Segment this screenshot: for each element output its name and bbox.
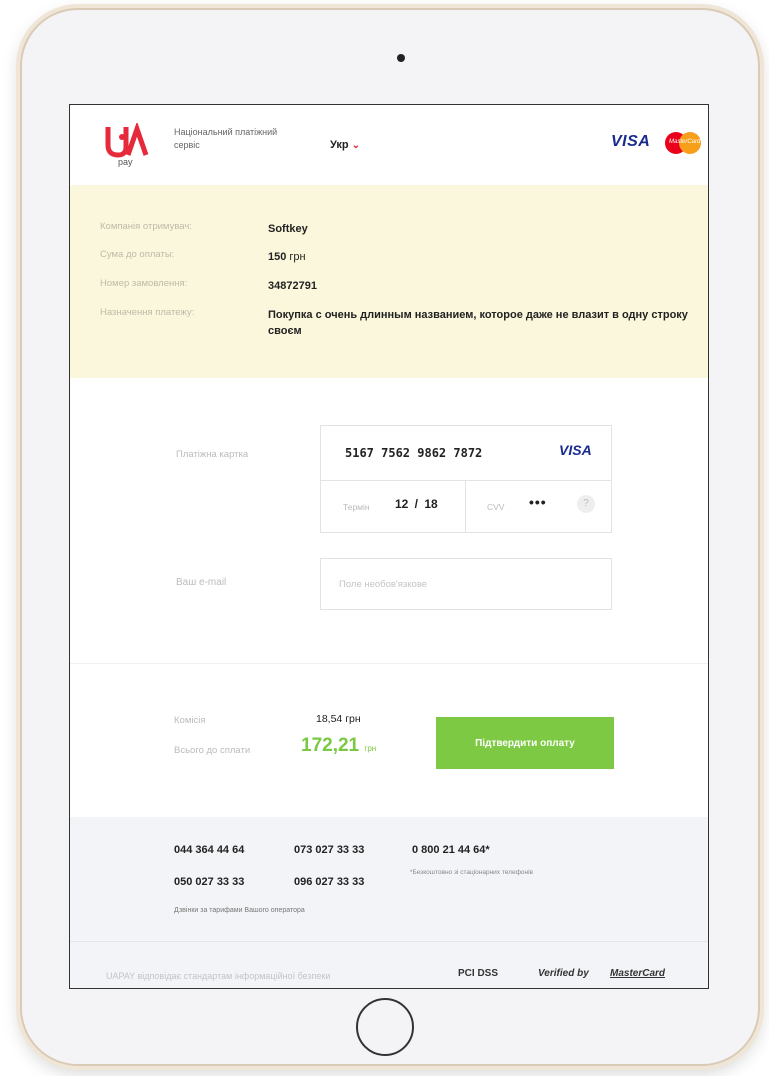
home-button[interactable]: [356, 998, 414, 1056]
verified-by-visa-badge: Verified by: [538, 968, 589, 979]
divider: [321, 480, 611, 481]
email-label: Ваш e-mail: [176, 577, 227, 588]
phone-number[interactable]: 0 800 21 44 64*: [412, 844, 490, 856]
order-row-value: 150 грн: [268, 251, 306, 263]
phone-number[interactable]: 050 027 33 33: [174, 876, 244, 888]
order-row-label: Сума до оплаты:: [100, 249, 175, 260]
cvv-label: CVV: [487, 502, 505, 512]
mastercard-securecode-badge: MasterCard: [610, 968, 666, 979]
mastercard-logo-icon: MasterCard: [665, 132, 703, 154]
expiry-field[interactable]: 12 / 18: [395, 497, 438, 511]
total-label: Всього до сплати: [174, 745, 251, 756]
order-row-label: Назначення платежу:: [100, 307, 195, 318]
phone-number[interactable]: 096 027 33 33: [294, 876, 364, 888]
logo-subtext: pay: [118, 157, 133, 167]
card-brand-visa: VISA: [559, 442, 592, 458]
expiry-label: Термін: [343, 502, 370, 512]
question-help-icon[interactable]: ?: [577, 495, 595, 513]
card-form: 5167 7562 9862 7872 VISA Термін 12 / 18 …: [320, 425, 612, 533]
payment-screen: pay Національний платіжний сервіс Укр ⌄ V…: [69, 104, 709, 989]
card-number-field[interactable]: 5167 7562 9862 7872: [345, 446, 482, 460]
order-row-value: 34872791: [268, 280, 317, 292]
free-call-note: *Безкоштовно зі стаціонарних телефонів: [410, 869, 534, 876]
total-currency: грн: [364, 744, 377, 753]
camera-dot: [397, 54, 405, 62]
divider: [70, 663, 708, 664]
cvv-field[interactable]: •••: [529, 494, 547, 510]
divider: [70, 941, 708, 942]
order-row-label: Номер замовлення:: [100, 278, 188, 289]
total-value: 172,21 грн: [301, 735, 377, 756]
order-row-value: Softkey: [268, 223, 308, 235]
order-row-label: Компанія отримувач:: [100, 221, 192, 232]
service-tagline: Національний платіжний сервіс: [174, 127, 278, 150]
pci-dss-badge: PCI DSS: [458, 968, 499, 979]
tariff-note: Дзвінки за тарифами Вашого оператора: [174, 907, 305, 914]
security-text: UAPAY відповідає стандартам інформаційно…: [106, 971, 331, 981]
order-info-panel: Компанія отримувач: Softkey Сума до опла…: [70, 185, 708, 378]
confirm-payment-button[interactable]: Підтвердити оплату: [436, 717, 614, 769]
fee-value: 18,54 грн: [316, 713, 361, 725]
phone-number[interactable]: 044 364 44 64: [174, 844, 244, 856]
fee-label: Комісія: [174, 715, 206, 726]
divider: [465, 480, 466, 532]
order-row-value: Покупка с очень длинным названием, котор…: [268, 309, 688, 337]
language-selector[interactable]: Укр ⌄: [330, 139, 360, 151]
card-label: Платіжна картка: [176, 449, 249, 460]
phone-number[interactable]: 073 027 33 33: [294, 844, 364, 856]
language-label: Укр: [330, 139, 349, 151]
header: pay Національний платіжний сервіс Укр ⌄ V…: [70, 105, 708, 185]
chevron-down-icon: ⌄: [351, 140, 361, 151]
email-field[interactable]: [320, 558, 612, 610]
footer: 044 364 44 64 073 027 33 33 0 800 21 44 …: [70, 817, 708, 988]
visa-logo: VISA: [611, 133, 651, 150]
